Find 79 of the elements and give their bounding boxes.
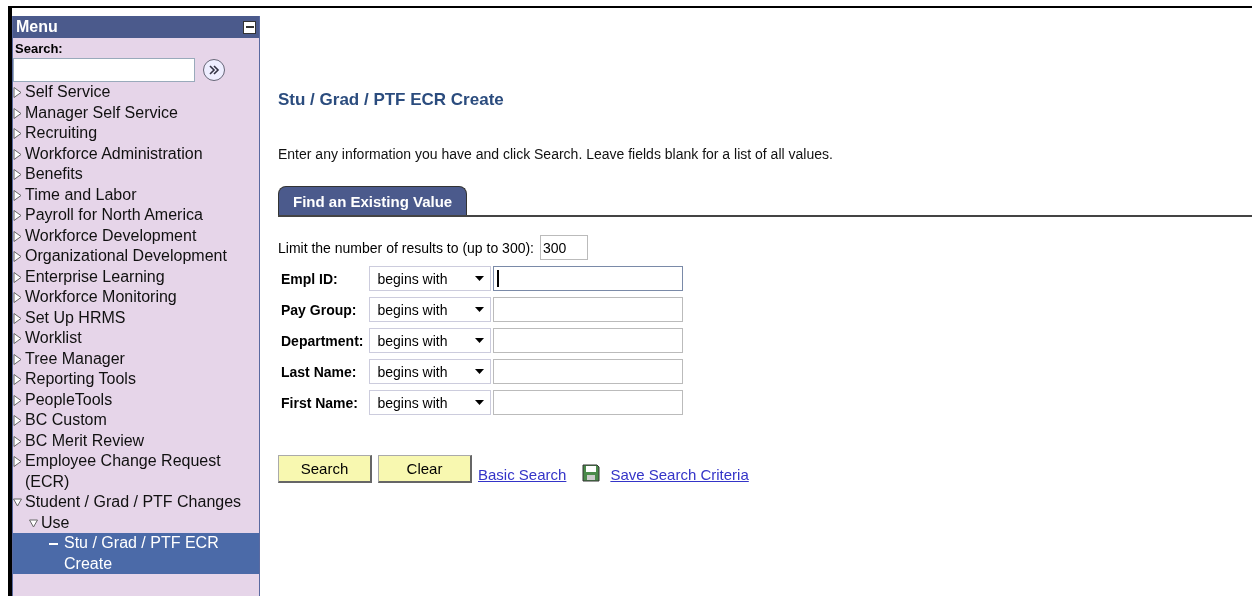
expanded-triangle-icon bbox=[13, 497, 22, 508]
collapsed-triangle-icon bbox=[13, 148, 22, 160]
save-search-criteria-link[interactable]: Save Search Criteria bbox=[610, 466, 749, 483]
page-title: Stu / Grad / PTF ECR Create bbox=[278, 90, 505, 110]
menu-item[interactable]: Time and Labor bbox=[13, 184, 259, 205]
menu-item[interactable]: Employee Change Request (ECR) bbox=[13, 451, 259, 492]
menu-item[interactable]: Organizational Development bbox=[13, 246, 259, 267]
text-field[interactable] bbox=[493, 266, 684, 291]
collapsed-triangle-icon bbox=[13, 169, 22, 180]
text-field[interactable] bbox=[493, 297, 684, 322]
menu-item[interactable]: Workforce Development bbox=[13, 225, 259, 246]
collapsed-triangle-icon bbox=[13, 456, 22, 467]
operator-dropdown[interactable]: begins with bbox=[369, 328, 492, 353]
collapsed-triangle-icon bbox=[13, 271, 22, 283]
dropdown-arrow-icon bbox=[475, 307, 485, 312]
text-field[interactable] bbox=[493, 390, 684, 415]
collapsed-triangle-icon bbox=[13, 87, 22, 98]
dash-icon bbox=[49, 543, 58, 545]
dropdown-arrow-icon bbox=[475, 338, 485, 343]
menu-item[interactable]: Benefits bbox=[13, 164, 259, 185]
collapsed-triangle-icon bbox=[13, 230, 22, 242]
field-label: Pay Group: bbox=[280, 301, 358, 318]
collapsed-triangle-icon bbox=[13, 415, 22, 426]
collapsed-triangle-icon bbox=[13, 292, 22, 303]
menu-item[interactable]: Use bbox=[13, 512, 259, 533]
collapsed-triangle-icon bbox=[13, 210, 22, 221]
operator-dropdown[interactable]: begins with bbox=[369, 266, 492, 291]
search-button[interactable]: Search bbox=[278, 455, 372, 483]
field-label: First Name: bbox=[280, 394, 360, 411]
field-label: Department: bbox=[280, 332, 365, 349]
collapsed-triangle-icon bbox=[13, 374, 22, 385]
collapsed-triangle-icon bbox=[13, 189, 22, 201]
operator-dropdown[interactable]: begins with bbox=[369, 390, 492, 415]
limit-field[interactable]: 300 bbox=[540, 235, 588, 260]
menu-item[interactable]: Set Up HRMS bbox=[13, 307, 259, 328]
instructions: Enter any information you have and click Search. Leave fields blank for a list of all values. bbox=[278, 146, 834, 162]
dropdown-arrow-icon bbox=[475, 400, 485, 405]
go-button[interactable] bbox=[203, 59, 225, 81]
collapsed-triangle-icon bbox=[13, 312, 22, 324]
basic-search-link[interactable]: Basic Search bbox=[478, 466, 567, 483]
menu-item[interactable]: BC Merit Review bbox=[13, 430, 259, 451]
menu-item[interactable]: Recruiting bbox=[13, 123, 259, 144]
collapsed-triangle-icon bbox=[13, 107, 22, 119]
dropdown-arrow-icon bbox=[475, 369, 485, 374]
text-field[interactable] bbox=[493, 359, 684, 384]
tab[interactable]: Find an Existing Value bbox=[278, 186, 468, 215]
menu-item[interactable]: Workforce Monitoring bbox=[13, 287, 259, 308]
text-field[interactable] bbox=[493, 328, 684, 353]
menu-item[interactable]: BC Custom bbox=[13, 410, 259, 431]
menu-item[interactable]: Manager Self Service bbox=[13, 102, 259, 123]
collapsed-triangle-icon bbox=[13, 333, 22, 344]
menu-item[interactable]: Enterprise Learning bbox=[13, 266, 259, 287]
menu-title: Menu bbox=[16, 18, 58, 36]
menu-item[interactable]: Student / Grad / PTF Changes bbox=[13, 492, 259, 513]
collapse-icon[interactable] bbox=[243, 20, 256, 34]
menu-item[interactable]: Stu / Grad / PTF ECR Create bbox=[13, 533, 259, 574]
menu-item[interactable]: Workforce Administration bbox=[13, 143, 259, 164]
collapsed-triangle-icon bbox=[13, 394, 22, 406]
double-chevron-icon bbox=[208, 65, 220, 75]
collapsed-triangle-icon bbox=[13, 128, 22, 139]
search-field[interactable] bbox=[13, 58, 195, 82]
menu-item[interactable]: Self Service bbox=[13, 82, 259, 103]
menu-item[interactable]: Worklist bbox=[13, 328, 259, 349]
menu-item[interactable]: PeopleTools bbox=[13, 389, 259, 410]
field-label: Last Name: bbox=[280, 363, 358, 380]
clear-button[interactable]: Clear bbox=[378, 455, 472, 483]
operator-dropdown[interactable]: begins with bbox=[369, 359, 492, 384]
expanded-triangle-icon bbox=[29, 517, 38, 529]
menu-item[interactable]: Tree Manager bbox=[13, 348, 259, 369]
collapsed-triangle-icon bbox=[13, 353, 22, 365]
limit-label: Limit the number of results to (up to 300): bbox=[278, 239, 534, 256]
menu-item[interactable]: Reporting Tools bbox=[13, 369, 259, 390]
collapsed-triangle-icon bbox=[13, 251, 22, 262]
field-label: Empl ID: bbox=[280, 270, 339, 287]
search-label: Search: bbox=[14, 40, 64, 58]
operator-dropdown[interactable]: begins with bbox=[369, 297, 492, 322]
menu-item[interactable]: Payroll for North America bbox=[13, 205, 259, 226]
collapsed-triangle-icon bbox=[13, 435, 22, 447]
dropdown-arrow-icon bbox=[475, 276, 485, 281]
